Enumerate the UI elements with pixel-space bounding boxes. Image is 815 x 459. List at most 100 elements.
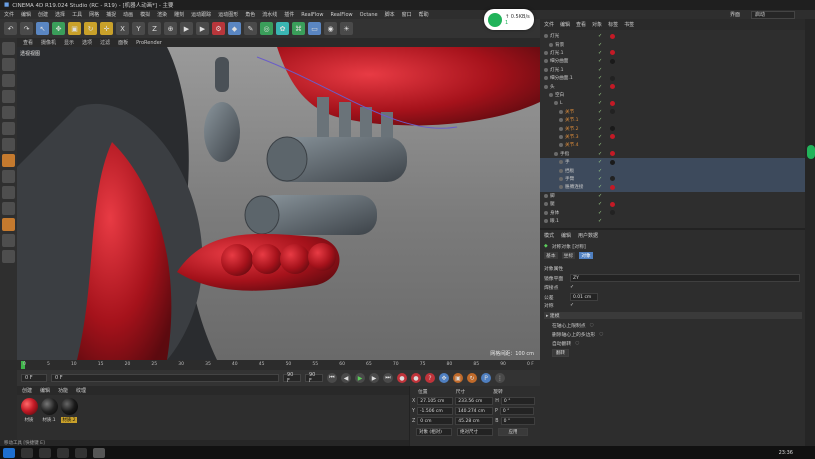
menu-item[interactable]: 创建 [38,11,48,18]
material-tag-icon[interactable] [610,159,615,165]
redo-icon[interactable]: ↷ [20,22,33,35]
object-row[interactable]: 头 ✓ [540,82,805,90]
enabled-icon[interactable]: ✓ [598,58,602,64]
enabled-icon[interactable]: ✓ [598,159,602,165]
object-expand-icon[interactable] [544,218,548,223]
menu-item[interactable]: Octane [360,12,378,18]
recent-tool-icon[interactable]: ✛ [100,22,113,35]
next-key-icon[interactable]: ▶ [369,373,379,383]
attribute-tab[interactable]: 对象 [579,252,593,259]
taskbar-app-icon[interactable] [21,447,33,458]
material-tag-icon[interactable] [610,151,615,157]
sculpt-icon[interactable] [2,218,15,231]
size-mode-select[interactable]: 绝对尺寸 [457,428,493,436]
layer-icon[interactable] [2,250,15,263]
rotate-icon[interactable]: ↻ [84,22,97,35]
menu-item[interactable]: 动画 [123,11,133,18]
object-row[interactable]: 关节.1 ✓ [540,116,805,124]
wifi-popup[interactable]: ↑ 0.5KB/s 1 [484,9,534,30]
object-expand-icon[interactable] [559,160,563,165]
x-axis-icon[interactable]: X [116,22,129,35]
viewport-menu-item[interactable]: 显示 [64,39,74,46]
taskbar-app-icon[interactable] [39,447,51,458]
material-tag-icon[interactable] [610,134,615,140]
viewport-menu-item[interactable]: 选项 [82,39,92,46]
object-expand-icon[interactable] [559,126,563,131]
object-row[interactable]: 关节.4 ✓ [540,141,805,149]
tweak-icon[interactable] [2,170,15,183]
render-picture-icon[interactable]: ▶ [196,22,209,35]
lock-icon[interactable] [2,202,15,215]
object-menu-item[interactable]: 标签 [608,21,618,28]
axis-mode-icon[interactable] [2,154,15,167]
menu-item[interactable]: 渲染 [157,11,167,18]
object-menu-item[interactable]: 查看 [576,21,586,28]
tolerance-field[interactable]: 0.01 cm [570,293,598,301]
object-expand-icon[interactable] [544,202,548,207]
enabled-icon[interactable]: ✓ [598,184,602,190]
object-menu-item[interactable]: 文件 [544,21,554,28]
enabled-icon[interactable]: ✓ [598,176,602,182]
material-menu-item[interactable]: 编辑 [40,387,50,394]
grid-icon[interactable] [2,234,15,247]
live-select-icon[interactable]: ↖ [36,22,49,35]
object-row[interactable]: 灯光.1 ✓ [540,49,805,57]
object-row[interactable]: 眼.1 ✓ [540,217,805,225]
object-expand-icon[interactable] [544,50,548,55]
menu-item[interactable]: 插件 [284,11,294,18]
scale-key-icon[interactable]: ▣ [453,373,463,383]
camera-icon[interactable]: ◉ [324,22,337,35]
material-tag-icon[interactable] [610,100,615,106]
deformer-icon[interactable]: ⌘ [292,22,305,35]
goto-end-icon[interactable]: ⏭ [383,373,393,383]
edges-mode-icon[interactable] [2,122,15,135]
menu-item[interactable]: 流水线 [262,11,277,18]
object-row[interactable]: 胳膊连接 ✓ [540,183,805,192]
position-x-field[interactable]: 27.105 cm [417,397,454,405]
snap-icon[interactable] [2,186,15,199]
menu-item[interactable]: 脚本 [385,11,395,18]
goto-start-icon[interactable]: ⏮ [327,373,337,383]
enabled-icon[interactable]: ✓ [598,84,602,90]
enabled-icon[interactable]: ✓ [598,134,602,140]
position-key-icon[interactable]: ✥ [439,373,449,383]
object-expand-icon[interactable] [554,101,558,106]
attribute-menu-item[interactable]: 模式 [544,232,554,239]
checkbox[interactable]: ○ [575,341,579,346]
material-swatch[interactable]: 材质.2 [60,398,78,423]
attribute-menu-item[interactable]: 用户数据 [578,232,598,239]
rotation-h-field[interactable]: 0 ° [500,397,535,405]
object-expand-icon[interactable] [549,42,553,47]
weld-checkbox[interactable]: ✓ [570,285,574,290]
size-z-field[interactable]: 45.28 cm [455,417,494,425]
material-tag-icon[interactable] [610,58,615,64]
object-row[interactable]: 细分曲面.1 ✓ [540,74,805,82]
apply-button[interactable]: 应用 [498,428,528,436]
coordinate-system-icon[interactable]: ⊕ [164,22,177,35]
prev-key-icon[interactable]: ◀ [341,373,351,383]
enabled-icon[interactable]: ✓ [598,193,602,199]
object-menu-item[interactable]: 对象 [592,21,602,28]
enabled-icon[interactable]: ✓ [598,75,602,81]
size-y-field[interactable]: 140.274 cm [454,407,493,415]
timeline-ruler[interactable]: 0 5 10 15 20 25 30 35 40 45 50 55 60 65 … [17,360,540,370]
size-x-field[interactable]: 233.56 cm [455,397,494,405]
rotation-b-field[interactable]: 0 ° [500,417,535,425]
material-tag-icon[interactable] [610,176,615,182]
object-row[interactable]: 脚 ✓ [540,192,805,200]
attribute-tab[interactable]: 基本 [544,252,558,259]
z-axis-icon[interactable]: Z [148,22,161,35]
object-row[interactable]: 关节 ✓ [540,108,805,116]
position-z-field[interactable]: 0 cm [417,417,454,425]
object-row[interactable]: 关节.2 ✓ [540,124,805,132]
pen-icon[interactable]: ✎ [244,22,257,35]
viewport-menu-item[interactable]: 过滤 [100,39,110,46]
checkbox[interactable]: ○ [599,332,603,337]
object-expand-icon[interactable] [544,76,548,81]
coord-mode-select[interactable]: 对象 (相对) [416,428,452,436]
object-expand-icon[interactable] [559,185,563,190]
enabled-icon[interactable]: ✓ [598,201,602,207]
light-icon[interactable]: ☀ [340,22,353,35]
enabled-icon[interactable]: ✓ [598,67,602,73]
points-mode-icon[interactable] [2,106,15,119]
